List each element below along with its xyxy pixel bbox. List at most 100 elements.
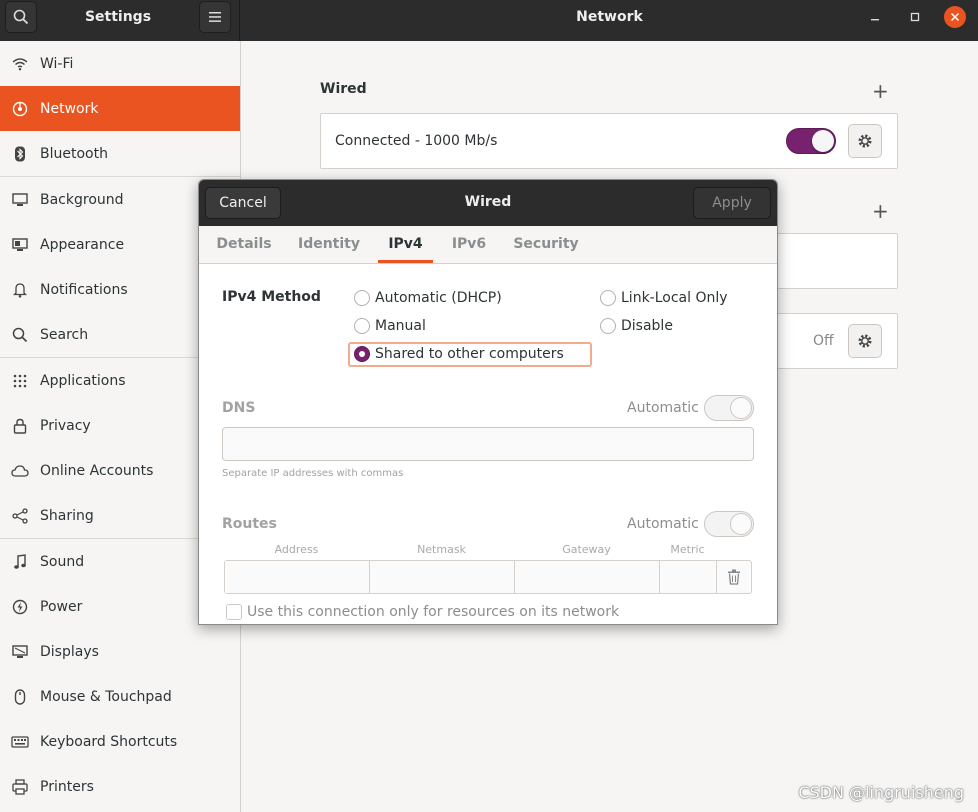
dialog-tabs: Details Identity IPv4 IPv6 Security bbox=[199, 226, 777, 264]
radio-indicator bbox=[600, 318, 616, 334]
dns-automatic-toggle[interactable] bbox=[704, 395, 754, 421]
sidebar-item-displays[interactable]: Displays bbox=[0, 629, 240, 674]
dialog-title: Wired bbox=[464, 194, 512, 210]
gear-icon bbox=[858, 134, 872, 148]
checkbox-indicator bbox=[226, 604, 242, 620]
route-column-gateway: Gateway bbox=[562, 543, 611, 556]
delete-route-button[interactable] bbox=[727, 569, 741, 585]
ipv4-method-label: IPv4 Method bbox=[222, 289, 321, 305]
maximize-icon bbox=[910, 12, 920, 22]
sidebar-item-label: Displays bbox=[40, 643, 99, 660]
sidebar-item-label: Network bbox=[40, 100, 99, 117]
only-resources-checkbox[interactable]: Use this connection only for resources o… bbox=[226, 604, 619, 620]
dialog-header: Cancel Wired Apply bbox=[199, 180, 777, 226]
wired-status: Connected - 1000 Mb/s bbox=[335, 133, 498, 149]
radio-label: Link-Local Only bbox=[621, 290, 728, 306]
wired-settings-dialog: Cancel Wired Apply Details Identity IPv4… bbox=[198, 179, 778, 625]
route-gateway-input[interactable] bbox=[515, 561, 660, 593]
close-button[interactable] bbox=[944, 6, 966, 28]
routes-automatic-toggle[interactable] bbox=[704, 511, 754, 537]
search-button[interactable] bbox=[5, 1, 37, 33]
sidebar-item-label: Printers bbox=[40, 778, 94, 795]
sidebar-item-network[interactable]: Network bbox=[0, 86, 240, 131]
route-netmask-input[interactable] bbox=[370, 561, 515, 593]
radio-indicator bbox=[600, 290, 616, 306]
printer-icon bbox=[10, 777, 30, 797]
plus-icon: + bbox=[872, 199, 889, 223]
sidebar-item-label: Background bbox=[40, 191, 124, 208]
sidebar-item-label: Privacy bbox=[40, 417, 91, 434]
dns-input[interactable] bbox=[222, 427, 754, 461]
method-shared-radio[interactable]: Shared to other computers bbox=[354, 346, 564, 362]
sidebar-item-label: Sharing bbox=[40, 507, 94, 524]
sidebar-item-label: Keyboard Shortcuts bbox=[40, 733, 178, 750]
display-icon bbox=[10, 642, 30, 662]
wifi-icon bbox=[10, 54, 30, 74]
network-icon bbox=[10, 99, 30, 119]
header-bar: Settings Network bbox=[0, 0, 978, 41]
sidebar-item-bluetooth[interactable]: Bluetooth bbox=[0, 131, 240, 176]
sidebar-item-label: Wi-Fi bbox=[40, 55, 74, 72]
wired-settings-button[interactable] bbox=[848, 124, 882, 158]
radio-label: Manual bbox=[375, 318, 426, 334]
sidebar-item-keyboard-shortcuts[interactable]: Keyboard Shortcuts bbox=[0, 719, 240, 764]
apply-button[interactable]: Apply bbox=[693, 187, 771, 219]
bluetooth-icon bbox=[10, 144, 30, 164]
tab-security[interactable]: Security bbox=[511, 226, 581, 263]
toggle-knob bbox=[812, 130, 834, 152]
maximize-button[interactable] bbox=[904, 6, 926, 28]
route-address-input[interactable] bbox=[225, 561, 370, 593]
sidebar-item-label: Sound bbox=[40, 553, 85, 570]
cloud-icon bbox=[10, 461, 30, 481]
sidebar-item-label: Applications bbox=[40, 372, 126, 389]
gear-icon bbox=[858, 334, 872, 348]
cancel-button[interactable]: Cancel bbox=[205, 187, 281, 219]
method-automatic-radio[interactable]: Automatic (DHCP) bbox=[354, 290, 502, 306]
menu-button[interactable] bbox=[199, 1, 231, 33]
power-icon bbox=[10, 597, 30, 617]
proxy-settings-button[interactable] bbox=[848, 324, 882, 358]
method-manual-radio[interactable]: Manual bbox=[354, 318, 426, 334]
appearance-icon bbox=[10, 235, 30, 255]
proxy-status: Off bbox=[813, 333, 834, 349]
sidebar-item-wifi[interactable]: Wi-Fi bbox=[0, 41, 240, 86]
share-icon bbox=[10, 506, 30, 526]
method-disable-radio[interactable]: Disable bbox=[600, 318, 673, 334]
routes-automatic-label: Automatic bbox=[627, 516, 699, 532]
applications-grid-icon bbox=[10, 371, 30, 391]
route-column-metric: Metric bbox=[670, 543, 705, 556]
watermark: CSDN @lingruisheng bbox=[798, 783, 964, 802]
sidebar-item-label: Notifications bbox=[40, 281, 128, 298]
tab-details[interactable]: Details bbox=[213, 226, 275, 263]
wired-toggle[interactable] bbox=[786, 128, 836, 154]
tab-ipv4[interactable]: IPv4 bbox=[378, 226, 433, 263]
dns-hint: Separate IP addresses with commas bbox=[222, 468, 404, 479]
method-link-local-radio[interactable]: Link-Local Only bbox=[600, 290, 728, 306]
minimize-button[interactable] bbox=[864, 6, 886, 28]
tab-ipv6[interactable]: IPv6 bbox=[447, 226, 491, 263]
route-metric-input[interactable] bbox=[660, 561, 717, 593]
sidebar-item-mouse-touchpad[interactable]: Mouse & Touchpad bbox=[0, 674, 240, 719]
checkbox-label: Use this connection only for resources o… bbox=[247, 604, 620, 620]
tab-identity[interactable]: Identity bbox=[295, 226, 363, 263]
sidebar-item-printers[interactable]: Printers bbox=[0, 764, 240, 809]
wired-connection-card: Connected - 1000 Mb/s bbox=[320, 113, 898, 169]
sidebar-item-label: Power bbox=[40, 598, 83, 615]
add-vpn-button[interactable]: + bbox=[872, 201, 889, 221]
toggle-knob bbox=[730, 513, 752, 535]
radio-indicator bbox=[354, 318, 370, 334]
hamburger-menu-icon bbox=[209, 12, 221, 22]
music-note-icon bbox=[10, 552, 30, 572]
sidebar-item-label: Mouse & Touchpad bbox=[40, 688, 172, 705]
sidebar-item-label: Search bbox=[40, 326, 89, 343]
mouse-icon bbox=[10, 687, 30, 707]
radio-indicator bbox=[354, 346, 370, 362]
sidebar-item-label: Bluetooth bbox=[40, 145, 108, 162]
wired-section-title: Wired bbox=[320, 81, 367, 97]
close-icon bbox=[950, 12, 960, 22]
add-wired-button[interactable]: + bbox=[872, 81, 889, 101]
app-title: Settings bbox=[84, 9, 152, 25]
bell-icon bbox=[10, 280, 30, 300]
route-column-netmask: Netmask bbox=[417, 543, 466, 556]
background-icon bbox=[10, 190, 30, 210]
